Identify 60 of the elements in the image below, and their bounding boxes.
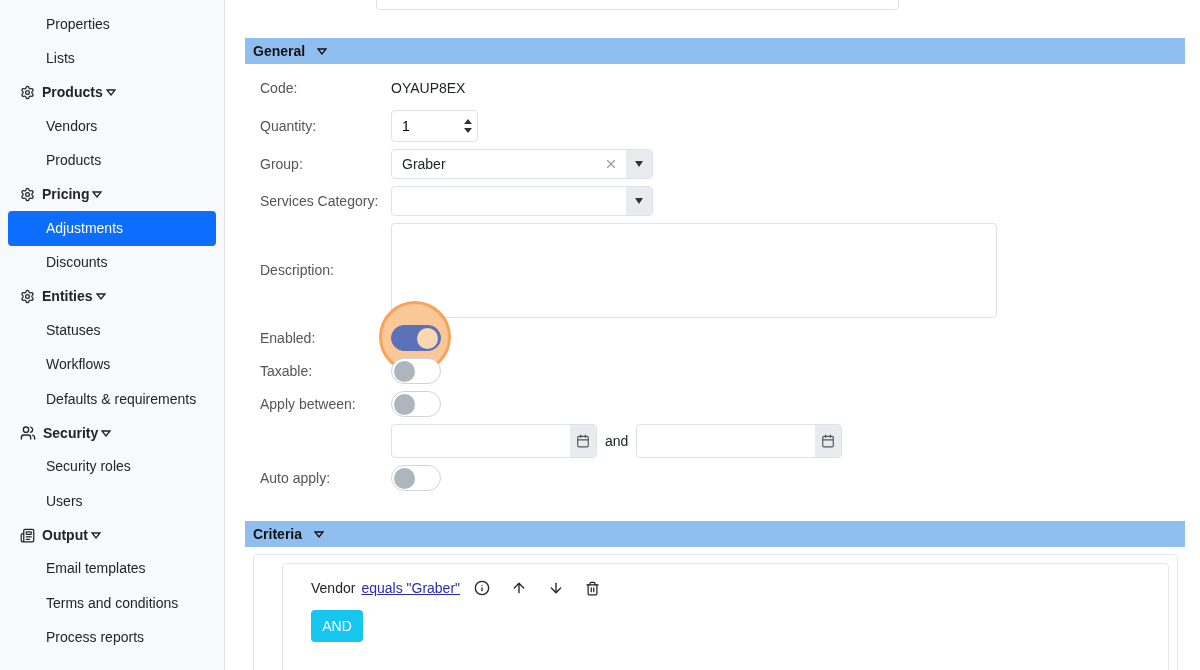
date-field[interactable]: [636, 424, 842, 458]
code-value: OYAUP8EX: [391, 78, 466, 98]
sidebar-item[interactable]: Security roles: [8, 449, 216, 484]
sidebar-item[interactable]: Terms and conditions: [8, 586, 216, 621]
dropdown-icon[interactable]: [635, 198, 643, 204]
caret-icon: [105, 89, 116, 96]
settings-icon: [20, 85, 35, 100]
rule-field: Vendor: [311, 577, 356, 599]
sidebar-group[interactable]: Entities: [0, 280, 224, 313]
date-field[interactable]: [391, 424, 597, 458]
toggle-switch[interactable]: [391, 325, 441, 351]
newspaper-icon: [20, 527, 35, 543]
caret-icon: [314, 530, 325, 538]
field-label: Services Category:: [260, 191, 380, 211]
delete-icon[interactable]: [585, 580, 601, 596]
sidebar-item[interactable]: Discounts: [8, 245, 216, 280]
field-label: Auto apply:: [260, 468, 332, 488]
field-label: Quantity:: [260, 116, 318, 136]
sidebar-item[interactable]: Statuses: [8, 313, 216, 348]
description-field[interactable]: [391, 223, 997, 318]
clear-icon[interactable]: [604, 157, 618, 171]
field-label: Group:: [260, 154, 304, 174]
sidebar-item[interactable]: Process reports: [8, 620, 216, 655]
condition-link[interactable]: equals "Graber": [361, 577, 461, 599]
range-separator: and: [605, 431, 628, 451]
settings-icon: [20, 289, 35, 304]
sidebar-item[interactable]: Adjustments: [8, 211, 216, 246]
caret-icon: [95, 293, 106, 300]
sidebar-item[interactable]: Properties: [8, 7, 216, 42]
field-label: Description:: [260, 261, 335, 280]
field-label: Code:: [260, 78, 299, 98]
select-field[interactable]: Graber: [391, 149, 653, 179]
sidebar-item[interactable]: Email templates: [8, 551, 216, 586]
sidebar-item[interactable]: Workflows: [8, 347, 216, 382]
caret-icon: [92, 191, 103, 198]
calendar-icon[interactable]: [821, 434, 835, 448]
sidebar-item[interactable]: Vendors: [8, 109, 216, 144]
calendar-icon[interactable]: [576, 434, 590, 448]
sidebar-group[interactable]: Security: [0, 416, 224, 450]
sidebar-group[interactable]: Output: [0, 518, 224, 552]
field-label: Apply between:: [260, 394, 357, 414]
sidebar-group[interactable]: Products: [0, 76, 224, 109]
section-header[interactable]: Criteria: [245, 521, 1185, 547]
people-icon: [20, 425, 36, 441]
section-header[interactable]: General: [245, 38, 1185, 64]
sidebar-item[interactable]: Users: [8, 484, 216, 519]
field-label: Taxable:: [260, 361, 314, 381]
settings-icon: [20, 187, 35, 202]
caret-icon: [317, 47, 328, 55]
dropdown-icon[interactable]: [635, 161, 643, 167]
quantity-field[interactable]: 1: [391, 110, 478, 142]
caret-icon: [101, 429, 112, 437]
field-label: Enabled:: [260, 328, 317, 348]
select-field[interactable]: [391, 186, 653, 216]
sidebar-item[interactable]: Defaults & requirements: [8, 382, 216, 417]
sidebar-item[interactable]: Lists: [8, 41, 216, 76]
caret-icon: [90, 531, 101, 539]
sidebar-item[interactable]: Products: [8, 143, 216, 178]
info-icon[interactable]: [474, 580, 491, 596]
sidebar-group[interactable]: Pricing: [0, 178, 224, 211]
